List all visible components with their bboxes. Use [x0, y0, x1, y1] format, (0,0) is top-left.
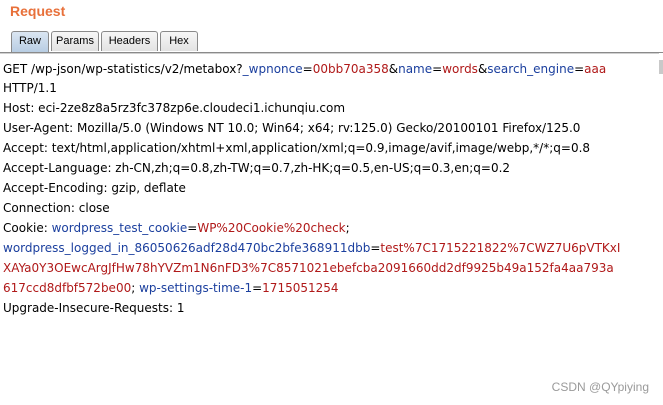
request-method-path: GET /wp-json/wp-statistics/v2/metabox?: [3, 62, 243, 76]
param-separator: &: [477, 62, 488, 76]
param-value: words: [442, 62, 478, 76]
cookie-value: 617ccd8dfbf572be00: [3, 281, 132, 295]
tab-hex[interactable]: Hex: [160, 31, 198, 51]
cookie-name: wp-settings-time-1: [139, 281, 253, 295]
scrollbar-thumb[interactable]: [659, 60, 663, 74]
cookie-separator: ;: [131, 281, 140, 295]
cookie-equals: =: [370, 241, 381, 255]
header-cookie-cont-2: XAYa0Y3OEwcArgJfHw78hYVZm1N6nFD3%7C85710…: [3, 260, 614, 276]
request-line: GET /wp-json/wp-statistics/v2/metabox?_w…: [3, 61, 606, 77]
tab-headers[interactable]: Headers: [101, 31, 158, 51]
cookie-separator: ;: [345, 221, 350, 235]
cookie-value: WP%20Cookie%20check: [197, 221, 346, 235]
header-cookie-cont-1: wordpress_logged_in_86050626adf28d470bc2…: [3, 240, 620, 256]
tab-params[interactable]: Params: [51, 31, 99, 51]
param-name: _wpnonce: [242, 62, 303, 76]
cookie-value: 1715051254: [262, 281, 339, 295]
request-editor[interactable]: GET /wp-json/wp-statistics/v2/metabox?_w…: [0, 53, 663, 405]
param-value: aaa: [584, 62, 607, 76]
panel-title: Request: [10, 3, 66, 19]
param-name: search_engine: [487, 62, 575, 76]
param-equals: =: [574, 62, 585, 76]
vertical-scrollbar[interactable]: [659, 53, 663, 404]
tab-raw[interactable]: Raw: [11, 31, 49, 52]
http-version-line: HTTP/1.1: [3, 81, 57, 95]
header-accept-language: Accept-Language: zh-CN,zh;q=0.8,zh-TW;q=…: [3, 161, 511, 175]
cookie-value: XAYa0Y3OEwcArgJfHw78hYVZm1N6nFD3%7C85710…: [3, 261, 614, 275]
header-cookie-cont-3: 617ccd8dfbf572be00; wp-settings-time-1=1…: [3, 280, 339, 296]
param-value: 00bb70a358: [312, 62, 389, 76]
param-equals: =: [302, 62, 313, 76]
header-accept-encoding: Accept-Encoding: gzip, deflate: [3, 181, 186, 195]
cookie-name: wordpress_logged_in_86050626adf28d470bc2…: [3, 241, 371, 255]
header-upgrade-insecure: Upgrade-Insecure-Requests: 1: [3, 301, 185, 315]
header-connection: Connection: close: [3, 201, 110, 215]
header-host: Host: eci-2ze8z8a5rz3fc378zp6e.cloudeci1…: [3, 101, 346, 115]
cookie-equals: =: [187, 221, 198, 235]
cookie-name: wordpress_test_cookie: [51, 221, 188, 235]
watermark: CSDN @QYpiying: [551, 380, 649, 394]
param-separator: &: [388, 62, 399, 76]
header-cookie: Cookie: wordpress_test_cookie=WP%20Cooki…: [3, 220, 350, 236]
param-equals: =: [432, 62, 443, 76]
tab-bar: Raw Params Headers Hex: [0, 28, 663, 53]
header-accept: Accept: text/html,application/xhtml+xml,…: [3, 141, 591, 155]
cookie-equals: =: [252, 281, 263, 295]
cookie-label: Cookie:: [3, 221, 52, 235]
param-name: name: [398, 62, 433, 76]
header-user-agent: User-Agent: Mozilla/5.0 (Windows NT 10.0…: [3, 121, 581, 135]
cookie-value: test%7C1715221822%7CWZ7U6pVTKxI: [380, 241, 621, 255]
